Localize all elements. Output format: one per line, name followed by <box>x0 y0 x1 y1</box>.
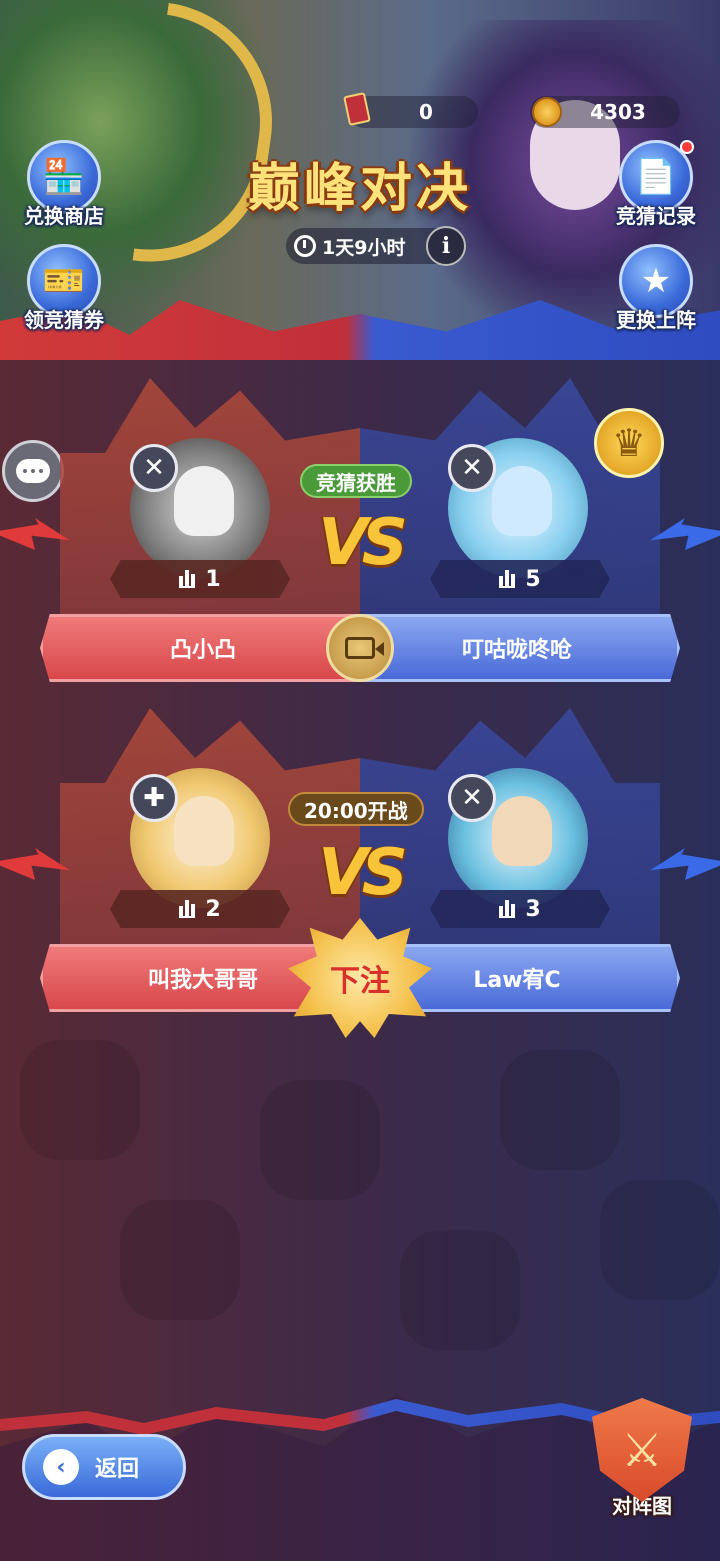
coin-count: 4303 <box>590 100 646 124</box>
player-name-left[interactable]: 凸小凸 <box>40 614 366 682</box>
cross-class-icon: ✚ <box>130 774 178 822</box>
player-name-text: 叫我大哥哥 <box>147 968 258 993</box>
red-lightning-decoration <box>0 518 70 550</box>
notification-dot <box>680 140 694 154</box>
rank-value: 1 <box>205 566 221 592</box>
match-status-badge: 20:00开战 <box>288 792 424 826</box>
rank-badge-right: 5 <box>430 560 610 598</box>
player-name-text: 叮咕咙咚呛 <box>461 638 572 663</box>
player-avatar-left[interactable]: ✕ <box>130 438 270 578</box>
rank-bars-icon <box>179 900 196 918</box>
rank-bars-icon <box>179 570 196 588</box>
player-avatar-left[interactable]: ✚ <box>130 768 270 908</box>
crown-icon: ♛ <box>594 408 664 478</box>
player-name-right[interactable]: 叮咕咙咚呛 <box>354 614 680 682</box>
clock-icon <box>294 235 316 257</box>
guess-record-button[interactable]: 📄 竞猜记录 <box>606 140 706 229</box>
player-avatar-right[interactable]: ✕ <box>448 768 588 908</box>
exchange-shop-button[interactable]: 🏪 兑换商店 <box>14 140 114 229</box>
blue-lightning-decoration <box>650 848 720 880</box>
back-arrow-icon: ‹ <box>43 1449 79 1485</box>
rank-badge-left: 2 <box>110 890 290 928</box>
background-fist-decoration <box>600 1180 720 1300</box>
background-fist-decoration <box>260 1080 380 1200</box>
blue-lightning-decoration <box>650 518 720 550</box>
rank-value: 5 <box>525 566 541 592</box>
crossed-swords-icon: ⚔ <box>592 1398 692 1502</box>
bracket-button[interactable]: ⚔ 对阵图 <box>586 1398 698 1528</box>
ticket-icon <box>343 92 371 126</box>
background-fist-decoration <box>20 1040 140 1160</box>
back-button[interactable]: ‹ 返回 <box>22 1434 186 1500</box>
rank-bars-icon <box>499 570 516 588</box>
player-name-text: Law宥C <box>473 968 561 993</box>
match-card: ✚ ✕ 20:00开战 VS 2 3 叫我大哥哥 Law宥C 下注 <box>0 708 720 1038</box>
change-lineup-label: 更换上阵 <box>616 308 696 332</box>
page-title: 巅峰对决 <box>247 159 472 219</box>
ticket-counter: 0 <box>343 92 478 128</box>
archer-class-icon: ✕ <box>448 444 496 492</box>
player-name-text: 凸小凸 <box>169 638 236 663</box>
rank-badge-right: 3 <box>430 890 610 928</box>
archer-class-icon: ✕ <box>130 444 178 492</box>
exchange-shop-label: 兑换商店 <box>24 204 104 228</box>
back-label: 返回 <box>95 1457 140 1482</box>
guess-record-label: 竞猜记录 <box>616 204 696 228</box>
vs-emblem: VS <box>318 836 408 910</box>
rank-badge-left: 1 <box>110 560 290 598</box>
get-coupon-button[interactable]: 🎫 领竞猜券 <box>14 244 114 333</box>
vs-emblem: VS <box>318 506 408 580</box>
match-status-badge: 竞猜获胜 <box>300 464 412 498</box>
coin-counter: 4303 <box>530 96 680 128</box>
info-icon[interactable]: i <box>426 226 466 266</box>
replay-video-button[interactable] <box>326 614 394 682</box>
rank-value: 2 <box>205 896 221 922</box>
ticket-count: 0 <box>419 100 433 124</box>
background-fist-decoration <box>500 1050 620 1170</box>
get-coupon-label: 领竞猜券 <box>24 308 104 332</box>
change-lineup-button[interactable]: ★ 更换上阵 <box>606 244 706 333</box>
rank-bars-icon <box>499 900 516 918</box>
rank-value: 3 <box>525 896 541 922</box>
background-fist-decoration <box>120 1200 240 1320</box>
coin-icon <box>532 97 562 127</box>
red-lightning-decoration <box>0 848 70 880</box>
archer-class-icon: ✕ <box>448 774 496 822</box>
event-timer: 1天9小时 i <box>286 226 466 266</box>
background-fist-decoration <box>400 1230 520 1350</box>
video-camera-icon <box>345 637 384 659</box>
player-avatar-right[interactable]: ✕ <box>448 438 588 578</box>
timer-text: 1天9小时 <box>322 236 406 259</box>
